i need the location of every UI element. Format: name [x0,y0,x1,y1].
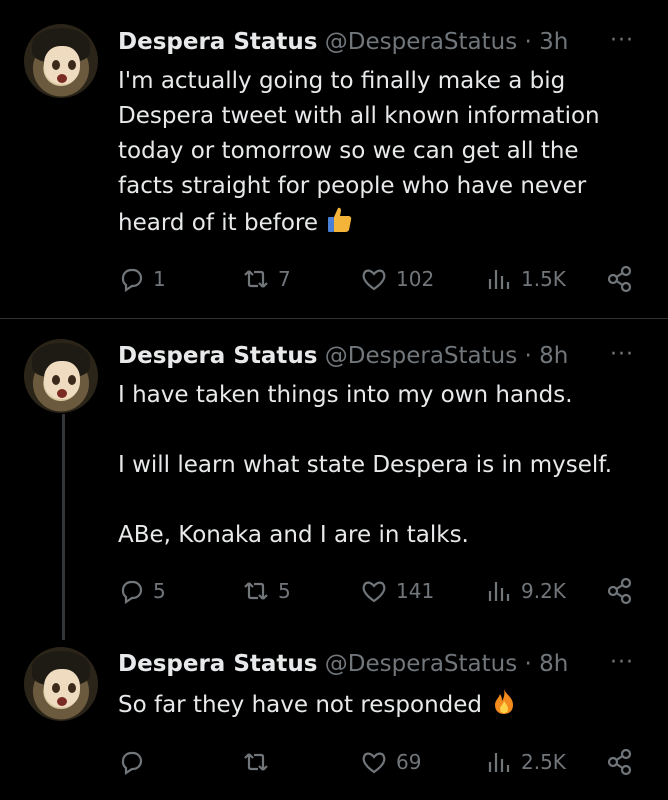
like-count: 69 [396,750,422,774]
timestamp[interactable]: · 3h [525,29,569,55]
like-count: 141 [396,579,435,603]
user-handle[interactable]: @DesperaStatus [325,651,517,677]
retweet-button[interactable]: 7 [242,262,291,296]
tweet-actions: 1 7 102 1.5K [0,262,668,296]
user-handle[interactable]: @DesperaStatus [325,343,517,369]
tweet-3[interactable]: Despera Status @DesperaStatus · 8h ··· S… [0,641,668,800]
share-button[interactable] [606,574,634,608]
avatar[interactable] [24,339,98,413]
views-button[interactable]: 9.2K [485,574,566,608]
reply-icon [121,580,143,605]
tweet-actions: 69 2.5K [0,745,668,779]
view-count: 9.2K [521,579,566,603]
tweet-actions: 5 5 141 9.2K [0,574,668,608]
retweet-icon [244,270,268,288]
display-name[interactable]: Despera Status [118,343,317,369]
share-icon [607,265,632,293]
view-count: 2.5K [521,750,566,774]
reply-count: 1 [153,267,166,291]
tweet-text: I have taken things into my own hands. I… [118,382,613,548]
retweet-count: 7 [278,267,291,291]
reply-icon [121,751,143,776]
heart-icon [362,752,386,774]
retweet-count: 5 [278,579,291,603]
tweet-2[interactable]: Despera Status @DesperaStatus · 8h ··· I… [0,319,668,641]
views-button[interactable]: 2.5K [485,745,566,779]
view-count: 1.5K [521,267,566,291]
more-options-icon[interactable]: ··· [610,342,634,367]
tweet-header: Despera Status @DesperaStatus · 3h [118,29,568,55]
user-handle[interactable]: @DesperaStatus [325,29,517,55]
reply-icon [121,268,143,293]
like-button[interactable]: 69 [360,745,421,779]
heart-icon [362,269,386,291]
like-button[interactable]: 102 [360,262,434,296]
reply-button[interactable]: 5 [117,574,166,608]
heart-icon [362,581,386,603]
avatar[interactable] [24,647,98,721]
display-name[interactable]: Despera Status [118,29,317,55]
tweet-text: I'm actually going to finally make a big… [118,64,638,245]
views-button[interactable]: 1.5K [485,262,566,296]
views-icon [488,753,510,772]
views-icon [488,270,510,289]
views-icon [488,582,510,601]
avatar[interactable] [24,24,98,98]
tweet-header: Despera Status @DesperaStatus · 8h [118,343,568,369]
share-button[interactable] [606,745,634,779]
share-icon [607,577,632,605]
like-count: 102 [396,267,435,291]
more-options-icon[interactable]: ··· [610,28,634,53]
share-icon [607,748,632,776]
retweet-button[interactable]: 5 [242,574,291,608]
timestamp[interactable]: · 8h [525,651,569,677]
like-button[interactable]: 141 [360,574,434,608]
retweet-icon [244,582,268,600]
tweet-header: Despera Status @DesperaStatus · 8h [118,651,568,677]
timestamp[interactable]: · 8h [525,343,569,369]
tweet-1[interactable]: Despera Status @DesperaStatus · 3h ··· I… [0,0,668,318]
display-name[interactable]: Despera Status [118,651,317,677]
thumbs-up-icon [325,204,355,245]
reply-button[interactable]: 1 [117,262,166,296]
fire-icon [489,686,519,727]
retweet-icon [244,753,268,771]
reply-count: 5 [153,579,166,603]
tweet-text: So far they have not responded [118,686,638,727]
retweet-button[interactable] [242,745,278,779]
reply-button[interactable] [117,745,153,779]
more-options-icon[interactable]: ··· [610,650,634,675]
share-button[interactable] [606,262,634,296]
